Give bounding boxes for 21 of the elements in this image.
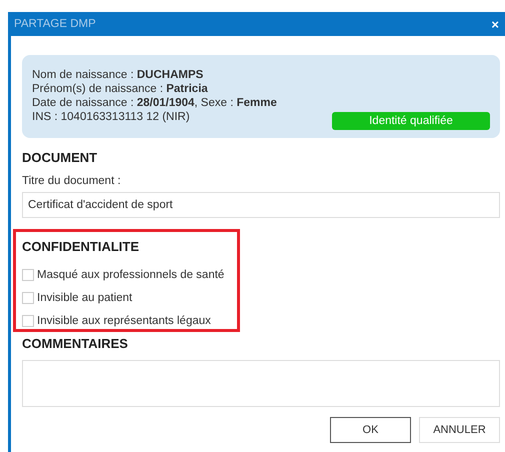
patient-detail: Date de naissance : 28/01/1904, Sexe : Femme [32, 96, 277, 110]
close-button[interactable]: × [491, 18, 499, 30]
checkbox-label: Masqué aux professionnels de santé [37, 268, 224, 280]
checkbox-label: Invisible aux représentants légaux [37, 314, 211, 326]
checkbox-label: Invisible au patient [37, 292, 132, 304]
patient-detail: Prénom(s) de naissance : Patricia [32, 82, 209, 96]
document-title-field[interactable]: Certificat d'accident de sport [22, 192, 500, 218]
dialog-button[interactable]: ANNULER [419, 417, 500, 443]
identity-status-badge: Identité qualifiée [332, 112, 490, 130]
comments-field[interactable] [22, 360, 500, 407]
checkbox[interactable] [22, 314, 34, 326]
patient-detail: INS : 1040163313113 12 (NIR) [32, 110, 191, 124]
section-heading: DOCUMENT [22, 150, 98, 165]
dialog-button[interactable]: OK [330, 417, 411, 443]
window-title: PARTAGE DMP [14, 18, 96, 30]
patient-detail: Nom de naissance : DUCHAMPS [32, 68, 204, 82]
section-heading: COMMENTAIRES [22, 336, 129, 351]
section-heading: CONFIDENTIALITE [22, 239, 140, 254]
field-label: Titre du document : [22, 175, 122, 187]
checkbox[interactable] [22, 292, 34, 304]
checkbox[interactable] [22, 268, 34, 280]
